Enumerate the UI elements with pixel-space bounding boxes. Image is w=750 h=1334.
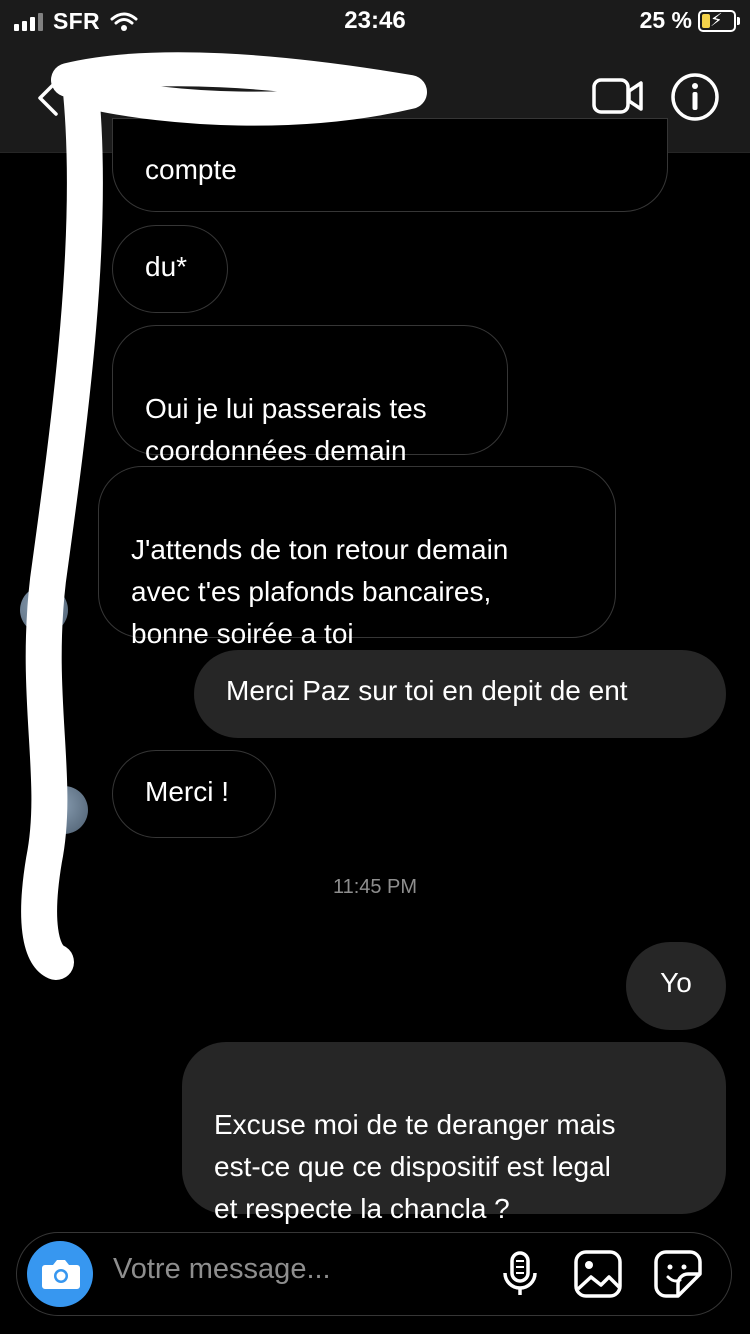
- message-composer: Votre message...: [16, 1232, 732, 1316]
- contact-name[interactable]: [104, 74, 424, 120]
- microphone-icon[interactable]: [495, 1249, 545, 1299]
- battery-level: [702, 13, 710, 28]
- message-text: Oui je lui passerais tes coordonnées dem…: [145, 393, 427, 466]
- sent-message[interactable]: Yo: [626, 942, 726, 1030]
- contact-avatar[interactable]: [40, 786, 88, 834]
- sent-message[interactable]: Merci Paz sur toi en depit de ent: [194, 650, 726, 738]
- message-input[interactable]: Votre message...: [113, 1253, 331, 1286]
- battery-percent: 25 %: [639, 7, 692, 33]
- sticker-icon[interactable]: [653, 1249, 703, 1299]
- gallery-icon[interactable]: [573, 1249, 623, 1299]
- battery-icon: ⚡: [698, 9, 740, 32]
- message-text: Yo: [660, 967, 692, 998]
- info-icon[interactable]: [670, 72, 720, 122]
- contact-avatar[interactable]: [20, 586, 68, 634]
- message-text: compte: [145, 154, 237, 185]
- message-text: Merci !: [145, 776, 229, 807]
- message-timestamp: 11:45 PM: [332, 876, 418, 898]
- status-time: 23:46: [344, 7, 406, 34]
- video-call-icon[interactable]: [592, 76, 644, 116]
- received-message[interactable]: compte: [112, 118, 668, 212]
- received-message[interactable]: Merci !: [112, 750, 276, 838]
- back-chevron-icon[interactable]: [34, 76, 64, 120]
- sent-message[interactable]: Excuse moi de te deranger mais est-ce qu…: [182, 1042, 726, 1224]
- received-message[interactable]: J'attends de ton retour demain avec t'es…: [98, 466, 616, 649]
- camera-button[interactable]: [27, 1241, 93, 1307]
- message-text: J'attends de ton retour demain avec t'es…: [131, 534, 509, 649]
- message-text: Merci Paz sur toi en depit de ent: [226, 675, 628, 706]
- charging-bolt-icon: ⚡: [710, 9, 723, 30]
- camera-icon: [42, 1260, 80, 1289]
- received-message[interactable]: du*: [112, 225, 228, 313]
- status-bar: SFR 23:46 25 % ⚡: [0, 0, 750, 44]
- message-text: du*: [145, 251, 188, 282]
- received-message[interactable]: Oui je lui passerais tes coordonnées dem…: [112, 325, 508, 466]
- message-text: Excuse moi de te deranger mais est-ce qu…: [214, 1109, 616, 1224]
